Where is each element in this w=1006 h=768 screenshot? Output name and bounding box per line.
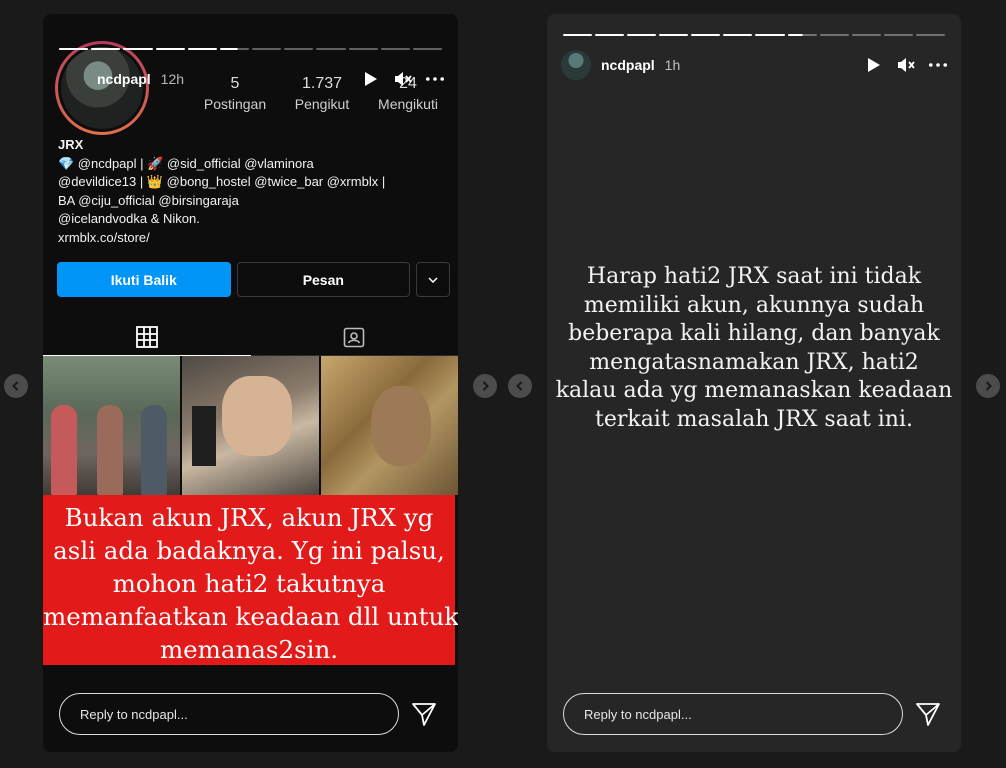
caption-line: memanfaatkan keadaan dll untuk [43, 602, 458, 631]
story-time: 1h [664, 57, 681, 73]
mute-icon[interactable] [897, 56, 915, 74]
play-icon[interactable] [865, 56, 883, 74]
story-header: ncdpapl 1h [561, 50, 947, 80]
next-story-button[interactable] [976, 374, 1000, 398]
send-icon[interactable] [411, 701, 437, 727]
progress-segment [563, 34, 593, 36]
progress-segment [252, 48, 282, 50]
story-viewer-right[interactable]: ncdpapl 1h Harap hati2 JRX saat ini tida… [547, 14, 961, 752]
story-text-line: kalau ada yg memanaskan keadaan [555, 378, 953, 403]
progress-segment [348, 48, 378, 50]
progress-segment [219, 48, 250, 50]
tab-tagged [250, 318, 458, 356]
more-icon[interactable] [929, 56, 947, 74]
progress-segment [659, 34, 689, 36]
tab-posts [43, 318, 251, 356]
bio-line: BA @ciju_official @birsingaraja [58, 192, 239, 208]
grid-icon [135, 325, 158, 348]
progress-segment [316, 48, 346, 50]
profile-buttons: Ikuti Balik Pesan [57, 262, 451, 298]
story-header: ncdpapl 12h [97, 64, 444, 94]
bio-line: @devildice13 | 👑 @bong_hostel @twice_bar… [58, 174, 386, 189]
profile-bio: JRX 💎 @ncdpapl | 🚀 @sid_official @vlamin… [58, 136, 444, 247]
prev-story-button-right[interactable] [508, 374, 532, 398]
avatar[interactable] [561, 50, 591, 80]
post-thumbnail [321, 356, 458, 495]
story-text-line: memiliki akun, akunnya sudah [583, 292, 925, 318]
follow-back-button: Ikuti Balik [57, 262, 231, 297]
bio-link: xrmblx.co/store/ [58, 229, 150, 245]
progress-segment [91, 48, 121, 50]
progress-segment [851, 34, 881, 36]
progress-segment [819, 34, 849, 36]
story-text-line: terkait masalah JRX saat ini. [594, 406, 914, 432]
story-time: 12h [160, 71, 185, 87]
chevron-right-icon [985, 381, 992, 391]
story-progress-bar [59, 48, 443, 50]
chevron-right-icon [482, 381, 489, 391]
progress-segment [627, 34, 657, 36]
progress-segment [723, 34, 753, 36]
reply-input[interactable]: Reply to ncdpapl... [563, 693, 903, 735]
progress-segment [883, 34, 913, 36]
story-text-line: mengatasnamakan JRX, hati2 [589, 349, 919, 375]
story-text-line: Harap hati2 JRX saat ini tidak [586, 264, 922, 289]
more-icon[interactable] [426, 70, 444, 88]
post-thumbnail [182, 356, 319, 495]
story-reply-bar: Reply to ncdpapl... [563, 692, 945, 736]
caption-line: mohon hati2 takutnya [112, 569, 386, 598]
progress-segment [787, 34, 817, 36]
send-icon[interactable] [915, 701, 941, 727]
profile-tabs [43, 318, 458, 356]
chevron-left-icon [12, 381, 19, 391]
prev-story-button[interactable] [4, 374, 28, 398]
tagged-icon [343, 327, 365, 347]
bio-name: JRX [58, 137, 84, 152]
bio-line: 💎 @ncdpapl | 🚀 @sid_official @vlaminora [58, 155, 314, 171]
progress-segment [59, 48, 89, 50]
progress-segment [595, 34, 625, 36]
progress-segment [915, 34, 945, 36]
post-thumbnail [43, 356, 180, 495]
chevron-down-icon [416, 262, 451, 297]
progress-segment [412, 48, 443, 50]
story-viewer-left[interactable]: 5 Postingan 1.737 Pengikut 24 Mengikuti … [43, 14, 458, 752]
chevron-left-icon [516, 381, 523, 391]
progress-segment [123, 48, 153, 50]
profile-photo-grid [43, 356, 458, 495]
progress-segment [691, 34, 721, 36]
caption-line: asli ada badaknya. Yg ini palsu, [53, 536, 445, 565]
progress-segment [187, 48, 217, 50]
progress-segment [380, 48, 410, 50]
story-text: Harap hati2 JRX saat ini tidak memiliki … [547, 263, 961, 434]
progress-segment [155, 48, 185, 50]
story-reply-bar: Reply to ncdpapl... [59, 692, 442, 736]
caption-line: Bukan akun JRX, akun JRX yg [64, 503, 434, 532]
story-progress-bar [563, 34, 945, 36]
reply-input[interactable]: Reply to ncdpapl... [59, 693, 399, 735]
message-button: Pesan [236, 262, 411, 297]
play-icon[interactable] [362, 70, 380, 88]
story-caption-overlay: Bukan akun JRX, akun JRX yg asli ada bad… [43, 495, 458, 665]
bio-line: @icelandvodka & Nikon. [58, 211, 200, 226]
progress-segment [284, 48, 314, 50]
story-username[interactable]: ncdpapl [601, 57, 655, 73]
caption-line: memanas2sin. [159, 635, 339, 664]
story-username[interactable]: ncdpapl [97, 71, 151, 87]
next-story-button-left[interactable] [473, 374, 497, 398]
mute-icon[interactable] [394, 70, 412, 88]
progress-segment [755, 34, 785, 36]
story-text-line: beberapa kali hilang, dan banyak [568, 321, 940, 346]
